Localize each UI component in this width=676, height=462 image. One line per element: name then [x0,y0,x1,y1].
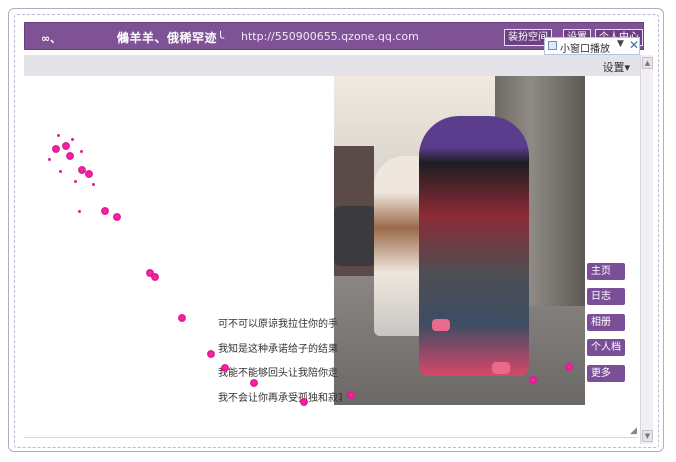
sparkle-dot [221,364,229,372]
sparkle-dot [62,142,70,150]
sparkle-dot [207,350,215,358]
lyric-line: 我知是这种承诺给子的结果 [218,344,338,355]
scroll-up-icon[interactable]: ▲ [642,57,653,69]
sparkle-dot [113,213,121,221]
settings-bar: 设置▾ [24,55,640,76]
photo-shoe [492,362,510,374]
sparkle-dot [52,145,60,153]
sparkle-dot [80,150,83,153]
sparkle-dot [101,207,109,215]
sparkle-dot [57,134,60,137]
sparkle-dot [85,170,93,178]
sparkle-dot [59,170,62,173]
photo-person-right [419,116,529,376]
sparkle-dot [48,158,51,161]
lyric-line: 我不会让你再承受孤独和寂寞 [218,393,342,404]
mini-player[interactable]: 小窗口播放 ▼ ✕ [544,37,640,55]
scroll-down-icon[interactable]: ▼ [642,430,653,442]
chevron-down-icon[interactable]: ▼ [617,39,624,49]
sparkle-dot [74,180,77,183]
sparkle-dot [78,210,81,213]
space-url[interactable]: http://550900655.qzone.qq.com [241,30,419,43]
sparkle-dot [66,152,74,160]
blog-name[interactable]: 鵂羊羊、俄稀罕迹╰ [117,29,225,46]
lyric-line: 我能不能够回头让我陪你走 [218,368,338,379]
nav-more-button[interactable]: 更多 [587,365,625,382]
sparkle-dot [529,376,537,384]
nav-home-button[interactable]: 主页 [587,263,625,280]
mini-player-label[interactable]: 小窗口播放 [560,40,610,55]
photo-shoe [432,319,450,331]
settings-dropdown[interactable]: 设置▾ [602,59,630,75]
sparkle-dot [250,379,258,387]
sparkle-dot [347,391,355,399]
close-icon[interactable]: ✕ [629,38,639,52]
sparkle-dot [71,138,74,141]
nav-blog-button[interactable]: 日志 [587,288,625,305]
sparkle-dot [178,314,186,322]
scrollbar[interactable]: ▲ ▼ [640,55,653,444]
sparkle-dot [300,398,308,406]
sparkle-dot [92,183,95,186]
photo-car [334,206,376,266]
sparkle-dot [565,363,573,371]
nav-album-button[interactable]: 相册 [587,314,625,331]
banner-photo [334,76,585,405]
title-symbol: ∞、 [41,32,62,45]
resize-grip-icon[interactable]: ◢ [630,426,637,436]
play-icon[interactable] [548,41,557,50]
nav-profile-button[interactable]: 个人档 [587,339,625,356]
lyric-line: 可不可以原谅我拉住你的手 [218,319,338,330]
sparkle-dot [151,273,159,281]
